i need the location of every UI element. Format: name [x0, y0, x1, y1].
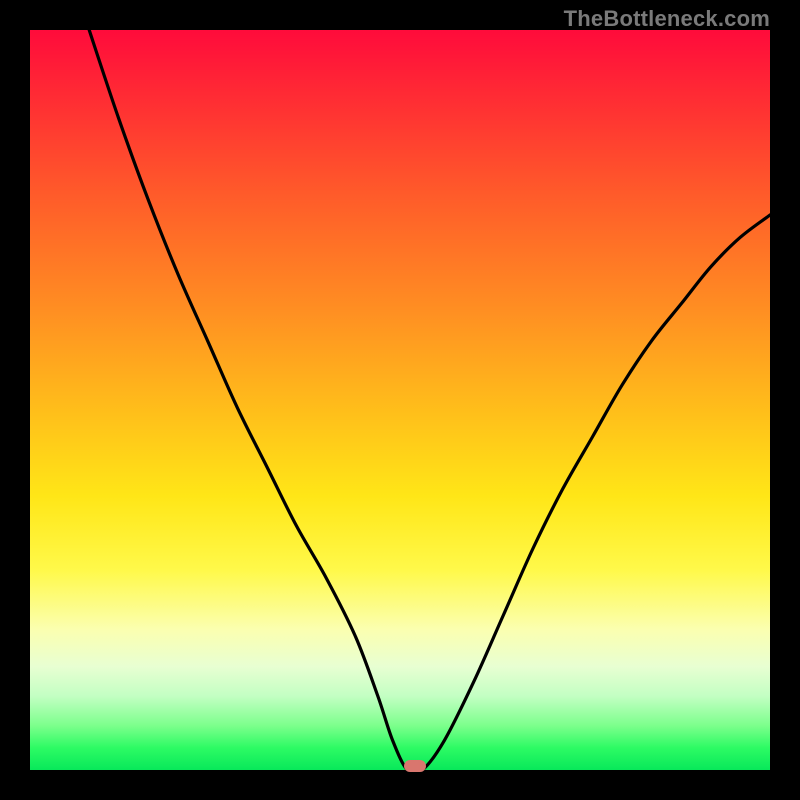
bottleneck-curve-path — [89, 30, 770, 770]
chart-frame: TheBottleneck.com — [0, 0, 800, 800]
curve-svg — [30, 30, 770, 770]
optimum-marker — [404, 760, 426, 772]
plot-area — [30, 30, 770, 770]
watermark-text: TheBottleneck.com — [564, 6, 770, 32]
